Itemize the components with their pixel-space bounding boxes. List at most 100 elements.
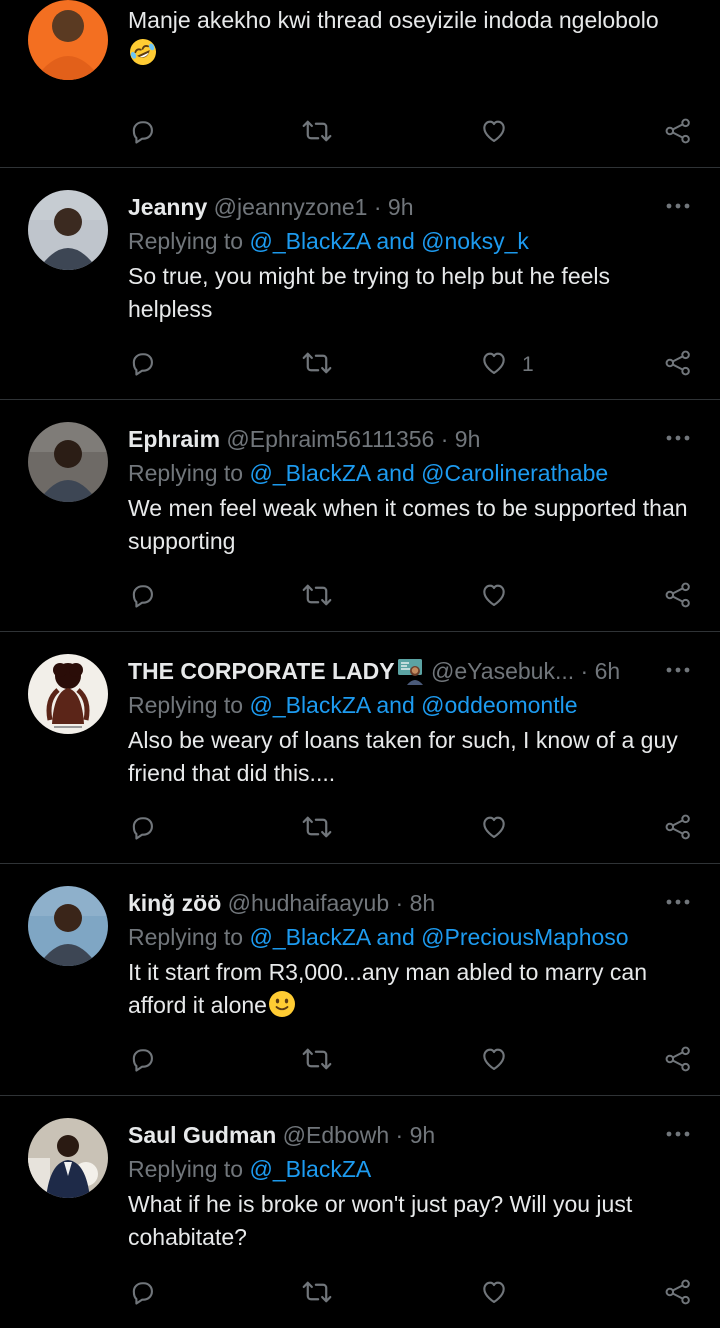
mention-connector: and <box>376 460 415 486</box>
mention-link[interactable]: @Carolinerathabe <box>421 460 608 486</box>
mention-connector: and <box>376 692 415 718</box>
tweet-content: THE CORPORATE LADY @eYasebuk... · 6h Repl… <box>128 654 700 790</box>
share-icon <box>664 581 692 614</box>
retweet-button[interactable] <box>302 1274 332 1314</box>
tweet-header: Saul Gudman @Edbowh · 9h <box>128 1118 700 1152</box>
share-button[interactable] <box>664 113 692 153</box>
tweet-text-content: Manje akekho kwi thread oseyizile indoda… <box>128 7 659 33</box>
display-name[interactable]: kinğ zöö <box>128 890 221 916</box>
tweet-text-content: So true, you might be trying to help but… <box>128 263 611 322</box>
more-options-button[interactable] <box>650 1118 690 1152</box>
like-button[interactable] <box>480 1041 508 1081</box>
mention-link[interactable]: @_BlackZA <box>249 924 370 950</box>
separator-dot: · <box>395 890 404 916</box>
smile-emoji-icon <box>267 991 297 1018</box>
tweet-text: What if he is broke or won't just pay? W… <box>128 1188 700 1254</box>
replying-to-label: Replying to <box>128 1156 244 1182</box>
tweet-reply[interactable]: Saul Gudman @Edbowh · 9h Replying to @_Bl… <box>0 1096 720 1328</box>
tweet-reply[interactable]: Replying to @_BlackZA Manje akekho kwi th… <box>0 0 720 168</box>
separator-dot: · <box>580 658 589 684</box>
display-name[interactable]: Jeanny <box>128 194 207 220</box>
like-button[interactable] <box>480 113 508 153</box>
share-icon <box>664 813 692 846</box>
tweet-reply[interactable]: kinğ zöö @hudhaifaayub · 8h Replying to @… <box>0 864 720 1096</box>
timestamp[interactable]: 9h <box>388 194 414 220</box>
handle[interactable]: @Ephraim56111356 <box>226 426 434 452</box>
share-button[interactable] <box>664 809 692 849</box>
retweet-button[interactable] <box>302 345 332 385</box>
tweet-content: Replying to @_BlackZA Manje akekho kwi th… <box>128 0 700 70</box>
share-button[interactable] <box>664 1041 692 1081</box>
heart-icon <box>480 581 508 614</box>
share-icon <box>664 1045 692 1078</box>
separator-dot: · <box>440 426 449 452</box>
tweet-reply[interactable]: Ephraim @Ephraim56111356 · 9h Replying to… <box>0 400 720 632</box>
share-button[interactable] <box>664 1274 692 1314</box>
mention-link[interactable]: @PreciousMaphoso <box>421 924 628 950</box>
reply-icon <box>128 1278 156 1311</box>
replying-to: Replying to @_BlackZA and @Carolineratha… <box>128 456 700 490</box>
timestamp[interactable]: 8h <box>410 890 436 916</box>
handle[interactable]: @eYasebuk... <box>431 658 574 684</box>
heart-icon <box>480 117 508 150</box>
more-options-button[interactable] <box>650 422 690 456</box>
tweet-header: THE CORPORATE LADY @eYasebuk... · 6h <box>128 654 700 688</box>
share-button[interactable] <box>664 577 692 617</box>
tweet-content: kinğ zöö @hudhaifaayub · 8h Replying to @… <box>128 886 700 1022</box>
display-name[interactable]: Saul Gudman <box>128 1122 276 1148</box>
reply-button[interactable] <box>128 1041 156 1081</box>
mention-link[interactable]: @noksy_k <box>421 228 529 254</box>
avatar[interactable] <box>28 190 108 270</box>
handle[interactable]: @jeannyzone1 <box>214 194 368 220</box>
mention-link[interactable]: @_BlackZA <box>249 228 370 254</box>
avatar[interactable] <box>28 1118 108 1198</box>
like-button[interactable]: 1 <box>480 345 534 385</box>
more-options-button[interactable] <box>650 886 690 920</box>
tweet-text: Manje akekho kwi thread oseyizile indoda… <box>128 4 700 70</box>
retweet-button[interactable] <box>302 809 332 849</box>
timestamp[interactable]: 9h <box>455 426 481 452</box>
reply-button[interactable] <box>128 113 156 153</box>
heart-icon <box>480 1045 508 1078</box>
reply-button[interactable] <box>128 1274 156 1314</box>
retweet-icon <box>302 581 332 614</box>
like-button[interactable] <box>480 809 508 849</box>
retweet-button[interactable] <box>302 113 332 153</box>
retweet-button[interactable] <box>302 1041 332 1081</box>
like-button[interactable] <box>480 1274 508 1314</box>
mention-link[interactable]: @_BlackZA <box>249 692 370 718</box>
mention-connector: and <box>376 924 415 950</box>
share-button[interactable] <box>664 345 692 385</box>
more-options-button[interactable] <box>650 190 690 224</box>
retweet-button[interactable] <box>302 577 332 617</box>
reply-button[interactable] <box>128 809 156 849</box>
share-icon <box>664 117 692 150</box>
timestamp[interactable]: 9h <box>410 1122 436 1148</box>
reply-icon <box>128 1045 156 1078</box>
avatar[interactable] <box>28 422 108 502</box>
heart-icon <box>480 349 508 382</box>
replying-to: Replying to @_BlackZA <box>128 1152 700 1186</box>
like-button[interactable] <box>480 577 508 617</box>
tweet-reply[interactable]: Jeanny @jeannyzone1 · 9h Replying to @_Bl… <box>0 168 720 400</box>
replying-to: Replying to @_BlackZA <box>128 0 700 2</box>
mention-link[interactable]: @oddeomontle <box>421 692 577 718</box>
display-name[interactable]: Ephraim <box>128 426 220 452</box>
tweet-reply[interactable]: THE CORPORATE LADY @eYasebuk... · 6h Repl… <box>0 632 720 864</box>
avatar[interactable] <box>28 886 108 966</box>
timestamp[interactable]: 6h <box>595 658 621 684</box>
tweet-content: Saul Gudman @Edbowh · 9h Replying to @_Bl… <box>128 1118 700 1254</box>
handle[interactable]: @hudhaifaayub <box>228 890 389 916</box>
retweet-icon <box>302 1278 332 1311</box>
like-count: 1 <box>522 353 534 376</box>
more-options-button[interactable] <box>650 654 690 688</box>
display-name[interactable]: THE CORPORATE LADY <box>128 658 395 684</box>
reply-button[interactable] <box>128 345 156 385</box>
separator-dot: · <box>373 194 382 220</box>
handle[interactable]: @Edbowh <box>283 1122 389 1148</box>
avatar[interactable] <box>28 0 108 80</box>
reply-button[interactable] <box>128 577 156 617</box>
mention-link[interactable]: @_BlackZA <box>249 460 370 486</box>
mention-link[interactable]: @_BlackZA <box>249 1156 371 1182</box>
avatar[interactable] <box>28 654 108 734</box>
